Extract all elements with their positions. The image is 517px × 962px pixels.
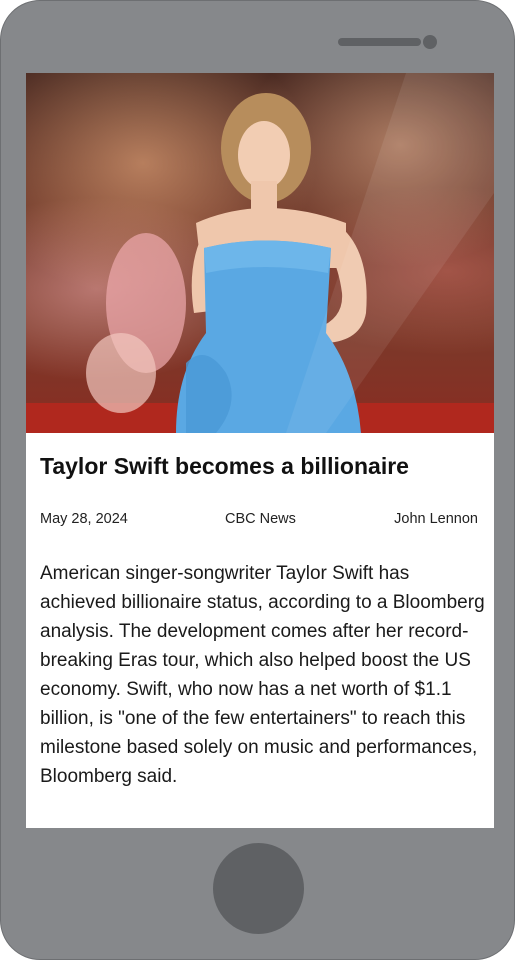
- article-author[interactable]: John Lennon: [394, 510, 478, 528]
- home-button[interactable]: [213, 843, 304, 934]
- article-body: American singer-songwriter Taylor Swift …: [40, 563, 485, 787]
- article-source[interactable]: CBC News: [225, 510, 296, 528]
- hero-photo-figure: [86, 73, 494, 433]
- article-date: May 28, 2024: [40, 511, 128, 527]
- article-headline[interactable]: Taylor Swift becomes a billionaire: [40, 451, 480, 481]
- front-camera-icon: [423, 35, 437, 49]
- speaker-grille-icon: [338, 38, 421, 46]
- phone-screen: Taylor Swift becomes a billionaire May 2…: [26, 73, 494, 828]
- phone-device-frame: Taylor Swift becomes a billionaire May 2…: [0, 0, 515, 960]
- article-hero-image[interactable]: [26, 73, 494, 433]
